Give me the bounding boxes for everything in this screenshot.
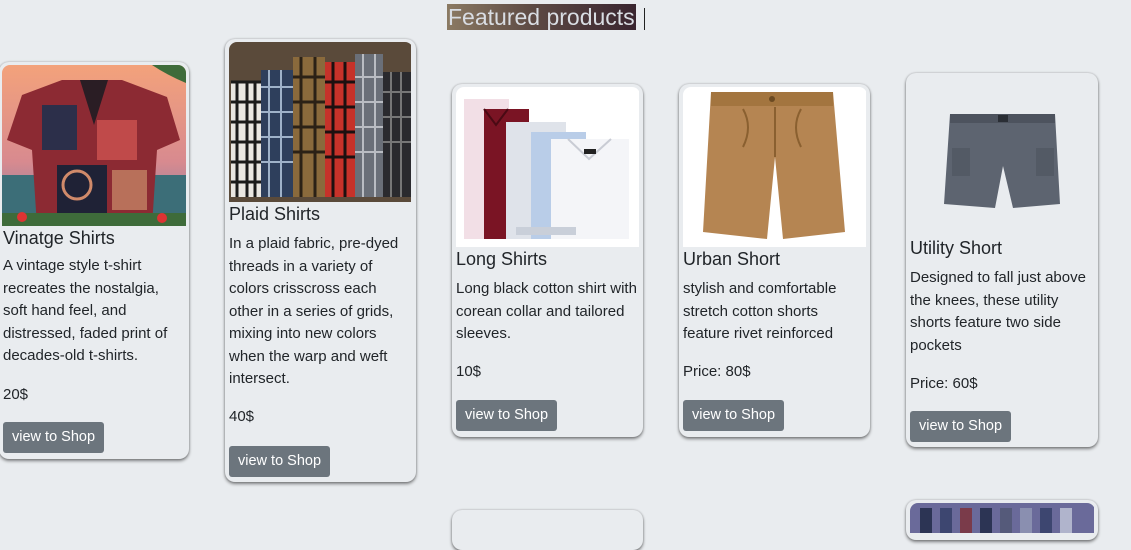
view-to-shop-button[interactable]: view to Shop [456, 400, 558, 431]
plaid-shirts-image [229, 42, 413, 202]
vintage-shirt-image [2, 65, 186, 226]
product-card-partial [906, 500, 1098, 540]
view-to-shop-button[interactable]: view to Shop [683, 400, 785, 431]
product-description: In a plaid fabric, pre-dyed threads in a… [229, 235, 399, 387]
product-card: Plaid Shirts In a plaid fabric, pre-dyed… [225, 39, 416, 482]
product-description: stylish and comfortable stretch cotton s… [683, 280, 837, 342]
product-title: Plaid Shirts [229, 204, 321, 224]
view-to-shop-button[interactable]: view to Shop [910, 411, 1012, 442]
utility-short-image [910, 76, 1095, 236]
product-title: Long Shirts [456, 249, 548, 269]
product-image [910, 503, 1095, 533]
product-price: Price: 60$ [910, 375, 978, 392]
product-price: 10$ [456, 363, 482, 380]
product-description: Long black cotton shirt with corean coll… [456, 280, 637, 342]
product-description: A vintage style t-shirt recreates the no… [3, 257, 168, 364]
product-card: Long Shirts Long black cotton shirt with… [452, 84, 643, 437]
page-title: Featured products [447, 4, 636, 30]
product-card-partial [452, 510, 643, 550]
text-cursor [644, 8, 645, 30]
product-title: Vinatge Shirts [3, 228, 115, 248]
product-price: 40$ [229, 408, 255, 425]
product-price: 20$ [3, 386, 29, 403]
product-price: Price: 80$ [683, 363, 751, 380]
product-card: Utility Short Designed to fall just abov… [906, 73, 1098, 447]
urban-short-image [683, 87, 867, 247]
long-shirts-image [456, 87, 640, 247]
view-to-shop-button[interactable]: view to Shop [229, 446, 331, 477]
product-card: Vinatge Shirts A vintage style t-shirt r… [0, 62, 189, 459]
product-title: Urban Short [683, 249, 781, 269]
product-card: Urban Short stylish and comfortable stre… [679, 84, 870, 437]
product-title: Utility Short [910, 238, 1003, 258]
view-to-shop-button[interactable]: view to Shop [3, 422, 105, 453]
product-description: Designed to fall just above the knees, t… [910, 269, 1086, 354]
